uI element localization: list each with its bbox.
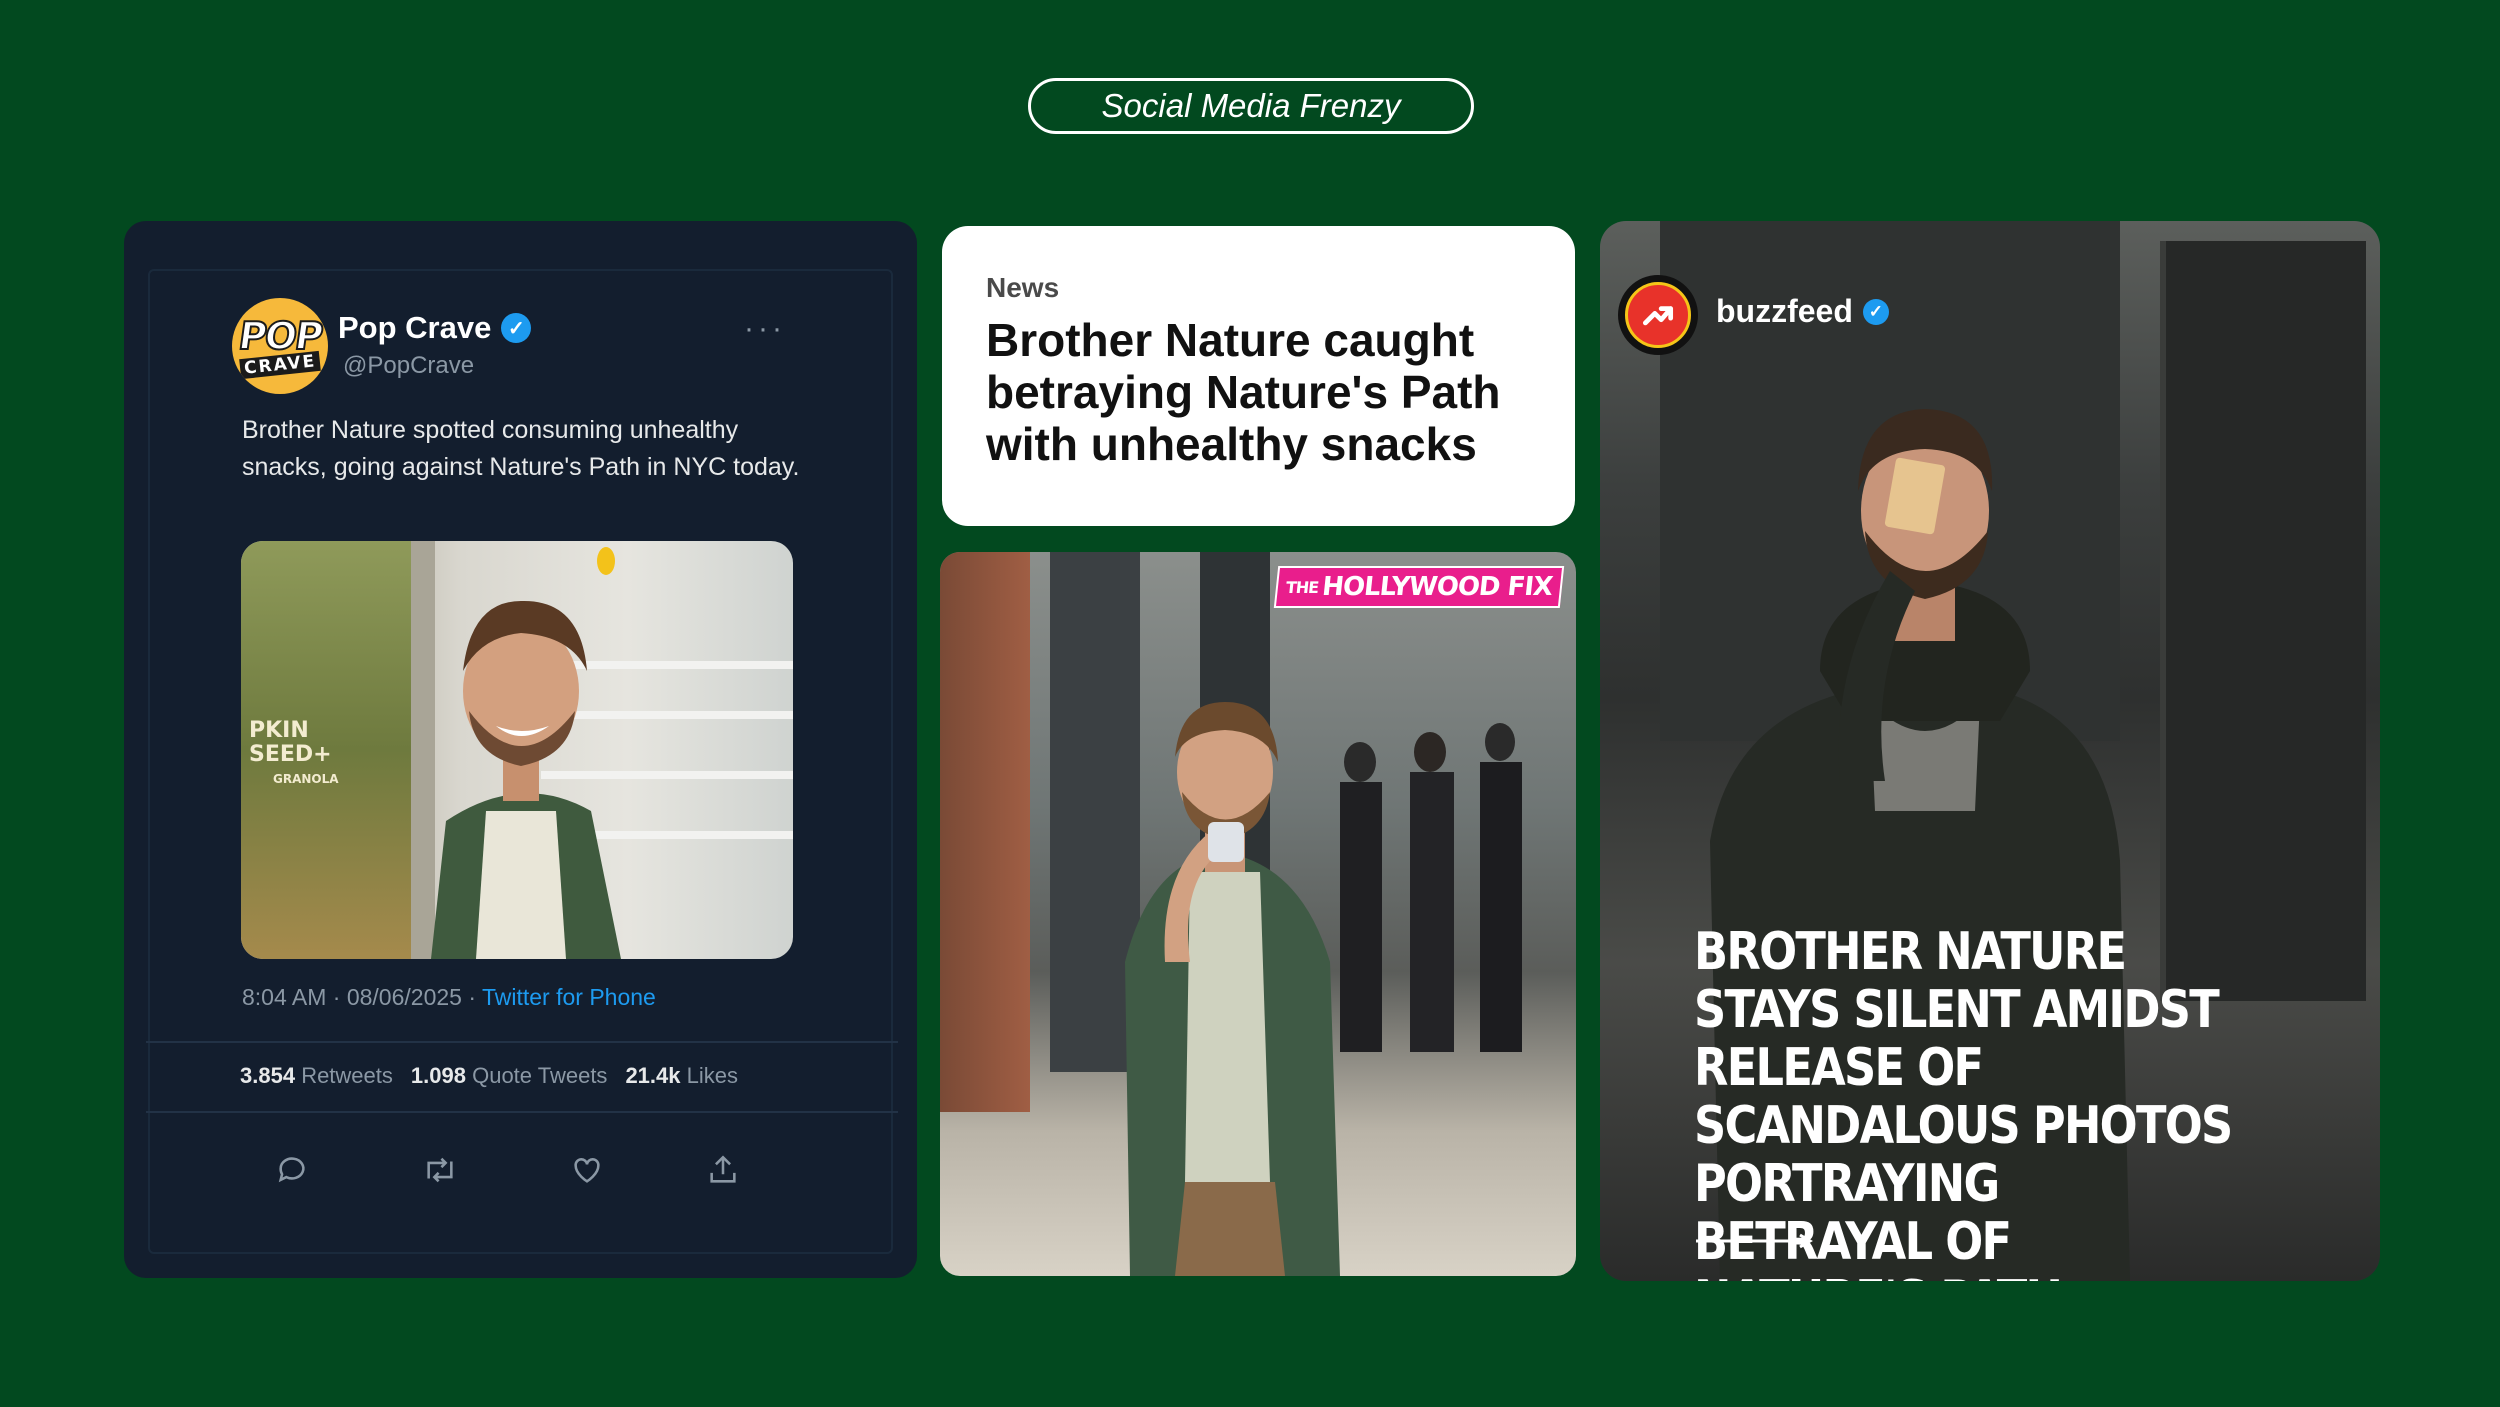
brick-building (940, 552, 1030, 1112)
tweet-meta: 8:04 AM · 08/06/2025 · Twitter for Phone (242, 984, 656, 1011)
verified-badge-icon: ✓ (1862, 298, 1889, 325)
retweets-label: Retweets (301, 1063, 393, 1088)
package-text: PKIN SEED+ (249, 718, 332, 767)
tweet-display-name[interactable]: Pop Crave (338, 310, 491, 346)
retweet-icon[interactable] (420, 1150, 460, 1190)
hollywood-fix-logo: THEHOLLYWOOD FIX (1273, 566, 1565, 608)
buzzfeed-headline: BROTHER NATURE STAYS SILENT AMIDST RELEA… (1694, 922, 2233, 1281)
tweet-photo[interactable]: PKIN SEED+ GRANOLA (241, 541, 793, 959)
avatar-logo-top: POP (235, 313, 325, 359)
quote-tweets-stat[interactable]: 1.098 Quote Tweets (411, 1063, 608, 1089)
news-label: News (986, 272, 1060, 303)
verified-badge-icon: ✓ (501, 313, 532, 343)
tweet-stats: 3.854 Retweets 1.098 Quote Tweets 21.4k … (240, 1063, 738, 1089)
buzzfeed-avatar[interactable] (1618, 275, 1698, 355)
tweet-timestamp[interactable]: 8:04 AM · 08/06/2025 · (242, 984, 482, 1010)
man-smiling-figure (431, 547, 621, 959)
hollywood-fix-photo[interactable]: THEHOLLYWOOD FIX (940, 552, 1576, 1276)
trending-arrow-icon (1625, 282, 1691, 348)
quote-label: Quote Tweets (472, 1063, 608, 1088)
likes-count: 21.4k (625, 1063, 681, 1088)
news-headline[interactable]: Brother Nature caught betraying Nature's… (986, 314, 1546, 470)
man-eating-snack-figure (1125, 702, 1340, 1276)
package-subtext: GRANOLA (273, 772, 339, 786)
buzzfeed-post[interactable]: buzzfeed ✓ BROTHER NATURE STAYS SILENT A… (1600, 221, 2380, 1281)
slide-title: Social Media Frenzy (1028, 78, 1474, 134)
logo-main: HOLLYWOOD FIX (1320, 572, 1554, 602)
share-icon[interactable] (703, 1150, 743, 1190)
likes-stat[interactable]: 21.4k Likes (625, 1063, 738, 1089)
pop-crave-avatar[interactable]: POP CRAVE (232, 298, 328, 394)
tweet-text: Brother Nature spotted consuming unhealt… (242, 416, 800, 481)
divider (146, 1041, 898, 1043)
buzzfeed-account-row[interactable]: buzzfeed ✓ (1716, 293, 1889, 330)
package-label: PKIN SEED+ GRANOLA (249, 719, 399, 791)
quote-count: 1.098 (410, 1063, 466, 1088)
likes-label: Likes (686, 1063, 738, 1088)
logo-prefix: THE (1284, 578, 1320, 597)
tweet-handle[interactable]: @PopCrave (343, 352, 474, 380)
heart-icon[interactable] (567, 1150, 607, 1190)
storefront-door (2160, 241, 2366, 1001)
arrow-right-icon[interactable] (1696, 1233, 1816, 1249)
news-card[interactable]: News Brother Nature caught betraying Nat… (942, 226, 1575, 526)
reply-icon[interactable] (272, 1150, 312, 1190)
retweets-count: 3.854 (240, 1063, 296, 1088)
buzzfeed-account-name[interactable]: buzzfeed (1716, 293, 1853, 330)
more-dots-icon[interactable]: ··· (744, 312, 786, 346)
divider (146, 1111, 898, 1113)
tweet-source-link[interactable]: Twitter for Phone (482, 984, 656, 1010)
tweet-display-name-row[interactable]: Pop Crave ✓ (338, 310, 532, 346)
retweets-stat[interactable]: 3.854 Retweets (240, 1063, 393, 1089)
